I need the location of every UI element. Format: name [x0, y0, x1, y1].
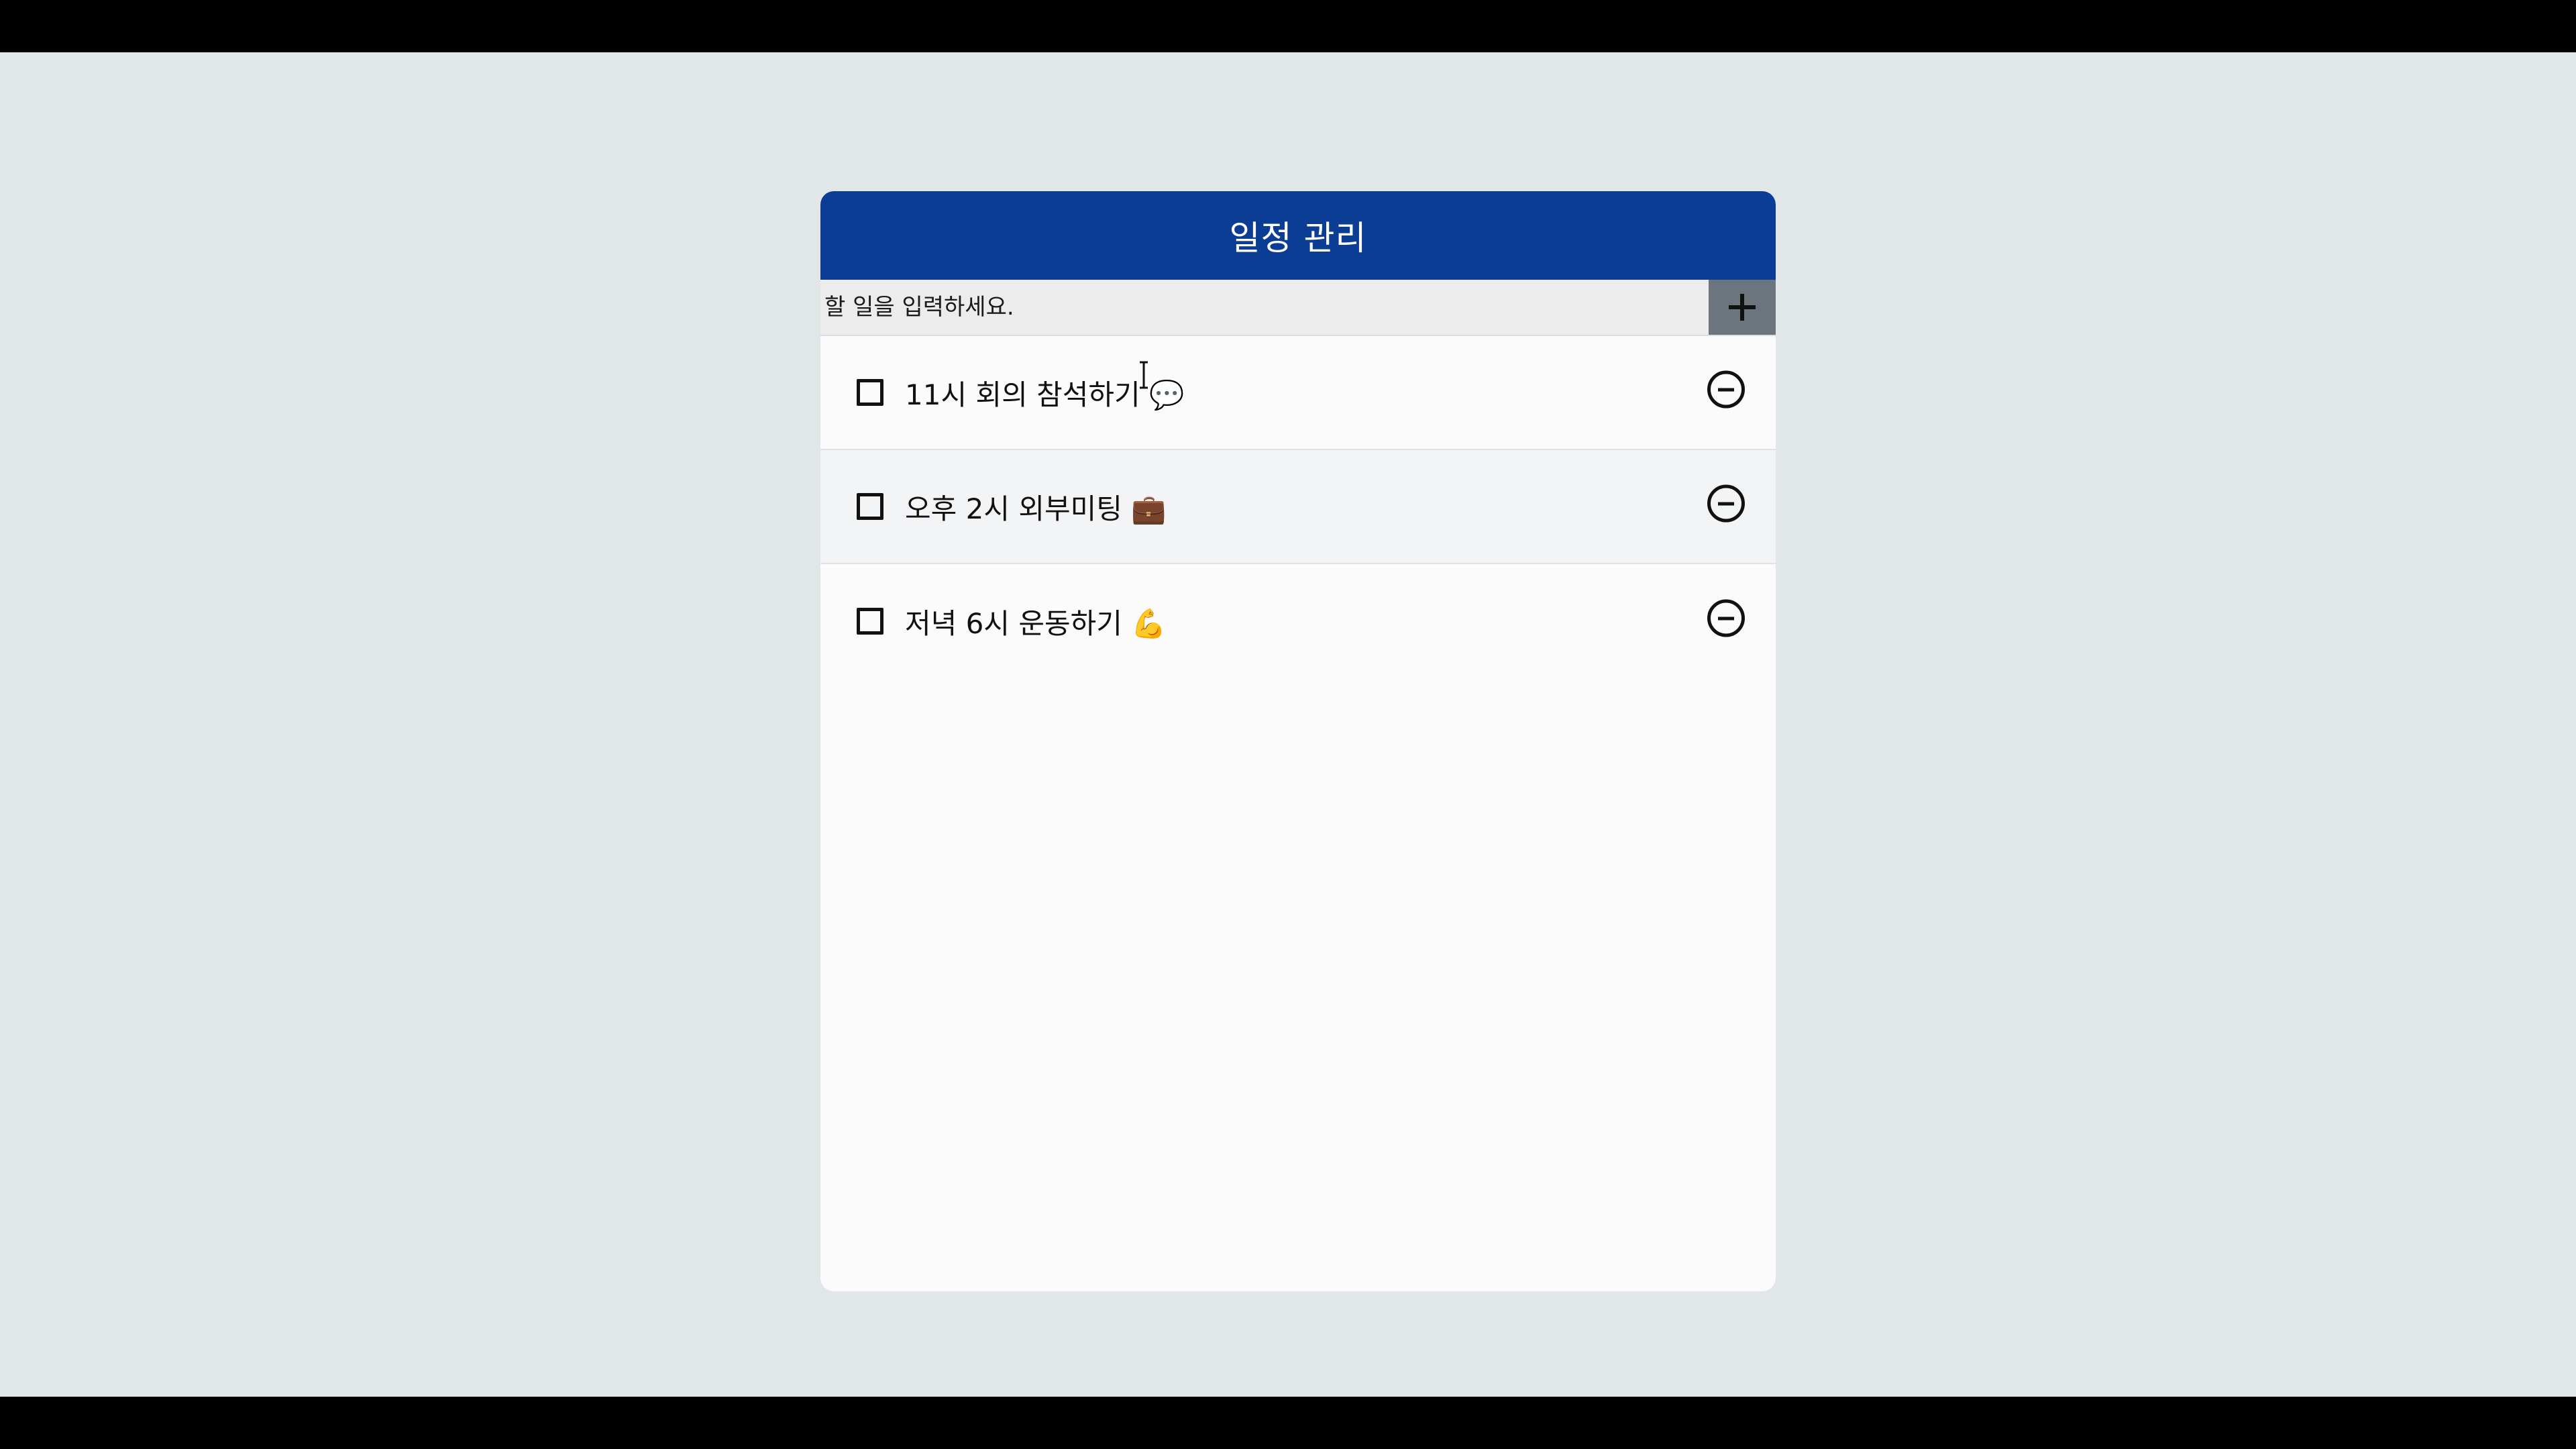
todo-input[interactable] [820, 280, 1709, 335]
remove-todo-button[interactable] [1707, 370, 1745, 409]
todo-item: 오후 2시 외부미팅 💼 [820, 450, 1776, 564]
page-title: 일정 관리 [1229, 219, 1367, 258]
todo-checkbox[interactable] [857, 608, 883, 635]
card-header: 일정 관리 [820, 191, 1776, 280]
todo-insert-form [820, 280, 1776, 336]
todo-text: 오후 2시 외부미팅 💼 [905, 492, 1167, 525]
todo-item: 저녁 6시 운동하기 💪 [820, 564, 1776, 678]
todo-card: 일정 관리 11시 회의 참석하기 💬 오후 2시 외부미팅 💼 [820, 191, 1776, 1291]
letterbox-top [0, 0, 2576, 52]
add-todo-button[interactable] [1709, 280, 1776, 335]
minus-circle-icon [1718, 502, 1734, 506]
remove-todo-button[interactable] [1707, 484, 1745, 523]
minus-circle-icon [1718, 616, 1734, 621]
todo-item: 11시 회의 참석하기 💬 [820, 336, 1776, 450]
todo-checkbox[interactable] [857, 493, 883, 520]
minus-circle-icon [1718, 388, 1734, 392]
remove-todo-button[interactable] [1707, 599, 1745, 637]
todo-list: 11시 회의 참석하기 💬 오후 2시 외부미팅 💼 저녁 6시 운동하기 💪 [820, 336, 1776, 678]
plus-icon [1729, 294, 1756, 321]
letterbox-bottom [0, 1397, 2576, 1449]
todo-checkbox[interactable] [857, 379, 883, 406]
page-background: 일정 관리 11시 회의 참석하기 💬 오후 2시 외부미팅 💼 [0, 52, 2576, 1397]
text-cursor-icon [1140, 361, 1148, 389]
todo-text: 저녁 6시 운동하기 💪 [905, 606, 1167, 640]
